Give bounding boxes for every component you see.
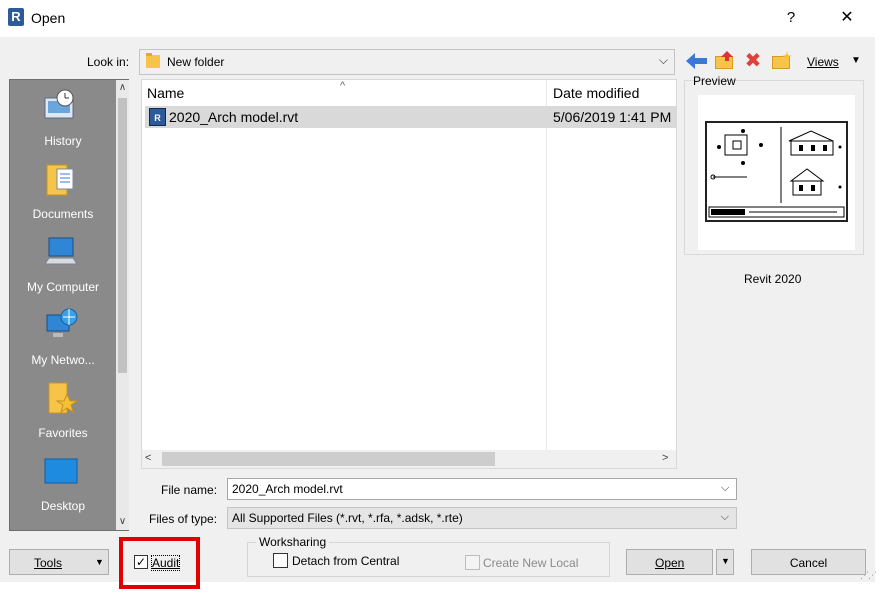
chevron-down-icon: ⌵ — [658, 53, 668, 67]
scroll-thumb[interactable] — [162, 452, 495, 466]
file-type-dropdown[interactable]: All Supported Files (*.rvt, *.rfa, *.ads… — [227, 507, 737, 529]
file-type-value: All Supported Files (*.rvt, *.rfa, *.ads… — [232, 511, 463, 525]
chevron-down-icon[interactable]: ⌵ — [721, 482, 729, 495]
places-bar: History Documents My Computer My Netwo..… — [9, 79, 129, 531]
views-menu[interactable]: Views — [807, 55, 839, 69]
help-button[interactable]: ? — [778, 6, 804, 30]
cancel-label: Cancel — [789, 556, 828, 570]
file-list[interactable]: ^ Name Date modified R 2020_Arch model.r… — [141, 79, 677, 469]
rvt-file-icon: R — [149, 108, 166, 126]
create-new-local-label: Create New Local — [483, 556, 579, 570]
look-in-dropdown[interactable]: New folder ⌵ — [139, 49, 675, 75]
preview-label: Preview — [693, 74, 736, 88]
sort-ascending-icon: ^ — [340, 80, 346, 92]
place-favorites[interactable]: Favorites — [10, 376, 116, 446]
place-label: My Computer — [26, 280, 100, 294]
tools-label: Tools — [34, 556, 63, 570]
up-folder-icon[interactable] — [713, 51, 735, 71]
preview-panel — [684, 80, 864, 255]
documents-icon — [43, 161, 79, 197]
cancel-button[interactable]: Cancel — [751, 549, 866, 575]
back-arrow-icon[interactable] — [686, 52, 707, 70]
desktop-icon — [43, 453, 79, 489]
place-label: Documents — [32, 207, 94, 221]
dialog-title: Open — [31, 10, 66, 26]
place-my-computer[interactable]: My Computer — [10, 230, 116, 300]
chevron-down-icon: ▼ — [95, 557, 104, 567]
chevron-down-icon: ▼ — [721, 556, 730, 566]
place-label: History — [44, 134, 82, 148]
favorites-icon — [43, 380, 79, 416]
file-name-label: File name: — [161, 483, 218, 497]
look-in-value: New folder — [167, 55, 225, 69]
column-divider[interactable] — [546, 80, 547, 450]
scroll-right-icon[interactable]: > — [662, 452, 668, 464]
audit-label[interactable]: Audit — [150, 555, 181, 571]
scroll-thumb[interactable] — [118, 98, 127, 373]
my-network-icon — [43, 307, 79, 343]
column-header-date-modified[interactable]: Date modified — [553, 85, 639, 101]
new-folder-icon[interactable] — [770, 51, 794, 71]
look-in-label: Look in: — [87, 55, 130, 69]
tools-button[interactable]: Tools ▼ — [9, 549, 109, 575]
open-dropdown-button[interactable]: ▼ — [716, 549, 734, 575]
chevron-down-icon[interactable]: ▼ — [851, 55, 861, 66]
column-header-name[interactable]: Name — [147, 85, 184, 101]
detach-from-central-checkbox[interactable] — [273, 553, 288, 568]
history-icon — [43, 88, 79, 124]
file-row-name[interactable]: 2020_Arch model.rvt — [169, 109, 298, 125]
close-button[interactable]: ✕ — [834, 6, 860, 30]
open-label: Open — [655, 556, 685, 570]
resize-grip-icon[interactable]: ⋰⋰ — [860, 570, 877, 581]
worksharing-title: Worksharing — [256, 535, 330, 549]
scroll-down-icon[interactable]: ∨ — [116, 514, 129, 530]
place-history[interactable]: History — [10, 84, 116, 154]
preview-thumbnail — [698, 95, 855, 250]
place-desktop[interactable]: Desktop — [10, 449, 116, 519]
audit-checkbox[interactable]: ✓ — [134, 555, 148, 569]
file-version-label: Revit 2020 — [744, 272, 802, 286]
file-name-input[interactable] — [227, 478, 737, 500]
horizontal-scrollbar[interactable]: < > — [142, 450, 676, 468]
revit-app-icon: R — [8, 8, 24, 26]
delete-icon[interactable]: ✖ — [742, 50, 764, 72]
folder-icon — [146, 53, 160, 68]
place-label: My Netwo... — [31, 353, 95, 367]
scroll-up-icon[interactable]: ∧ — [116, 80, 129, 96]
open-button[interactable]: Open — [626, 549, 713, 575]
place-label: Favorites — [38, 426, 88, 440]
file-row-date: 5/06/2019 1:41 PM — [553, 109, 672, 125]
file-type-label: Files of type: — [149, 512, 218, 526]
detach-from-central-label[interactable]: Detach from Central — [292, 554, 399, 568]
chevron-down-icon: ⌵ — [720, 511, 729, 523]
my-computer-icon — [43, 234, 79, 270]
drawing-sheet-image — [705, 121, 848, 222]
place-label: Desktop — [40, 499, 86, 513]
scroll-left-icon[interactable]: < — [145, 452, 151, 464]
places-scrollbar[interactable]: ∧ ∨ — [116, 80, 129, 530]
place-documents[interactable]: Documents — [10, 157, 116, 227]
place-my-network[interactable]: My Netwo... — [10, 303, 116, 373]
create-new-local-checkbox[interactable] — [465, 555, 480, 570]
